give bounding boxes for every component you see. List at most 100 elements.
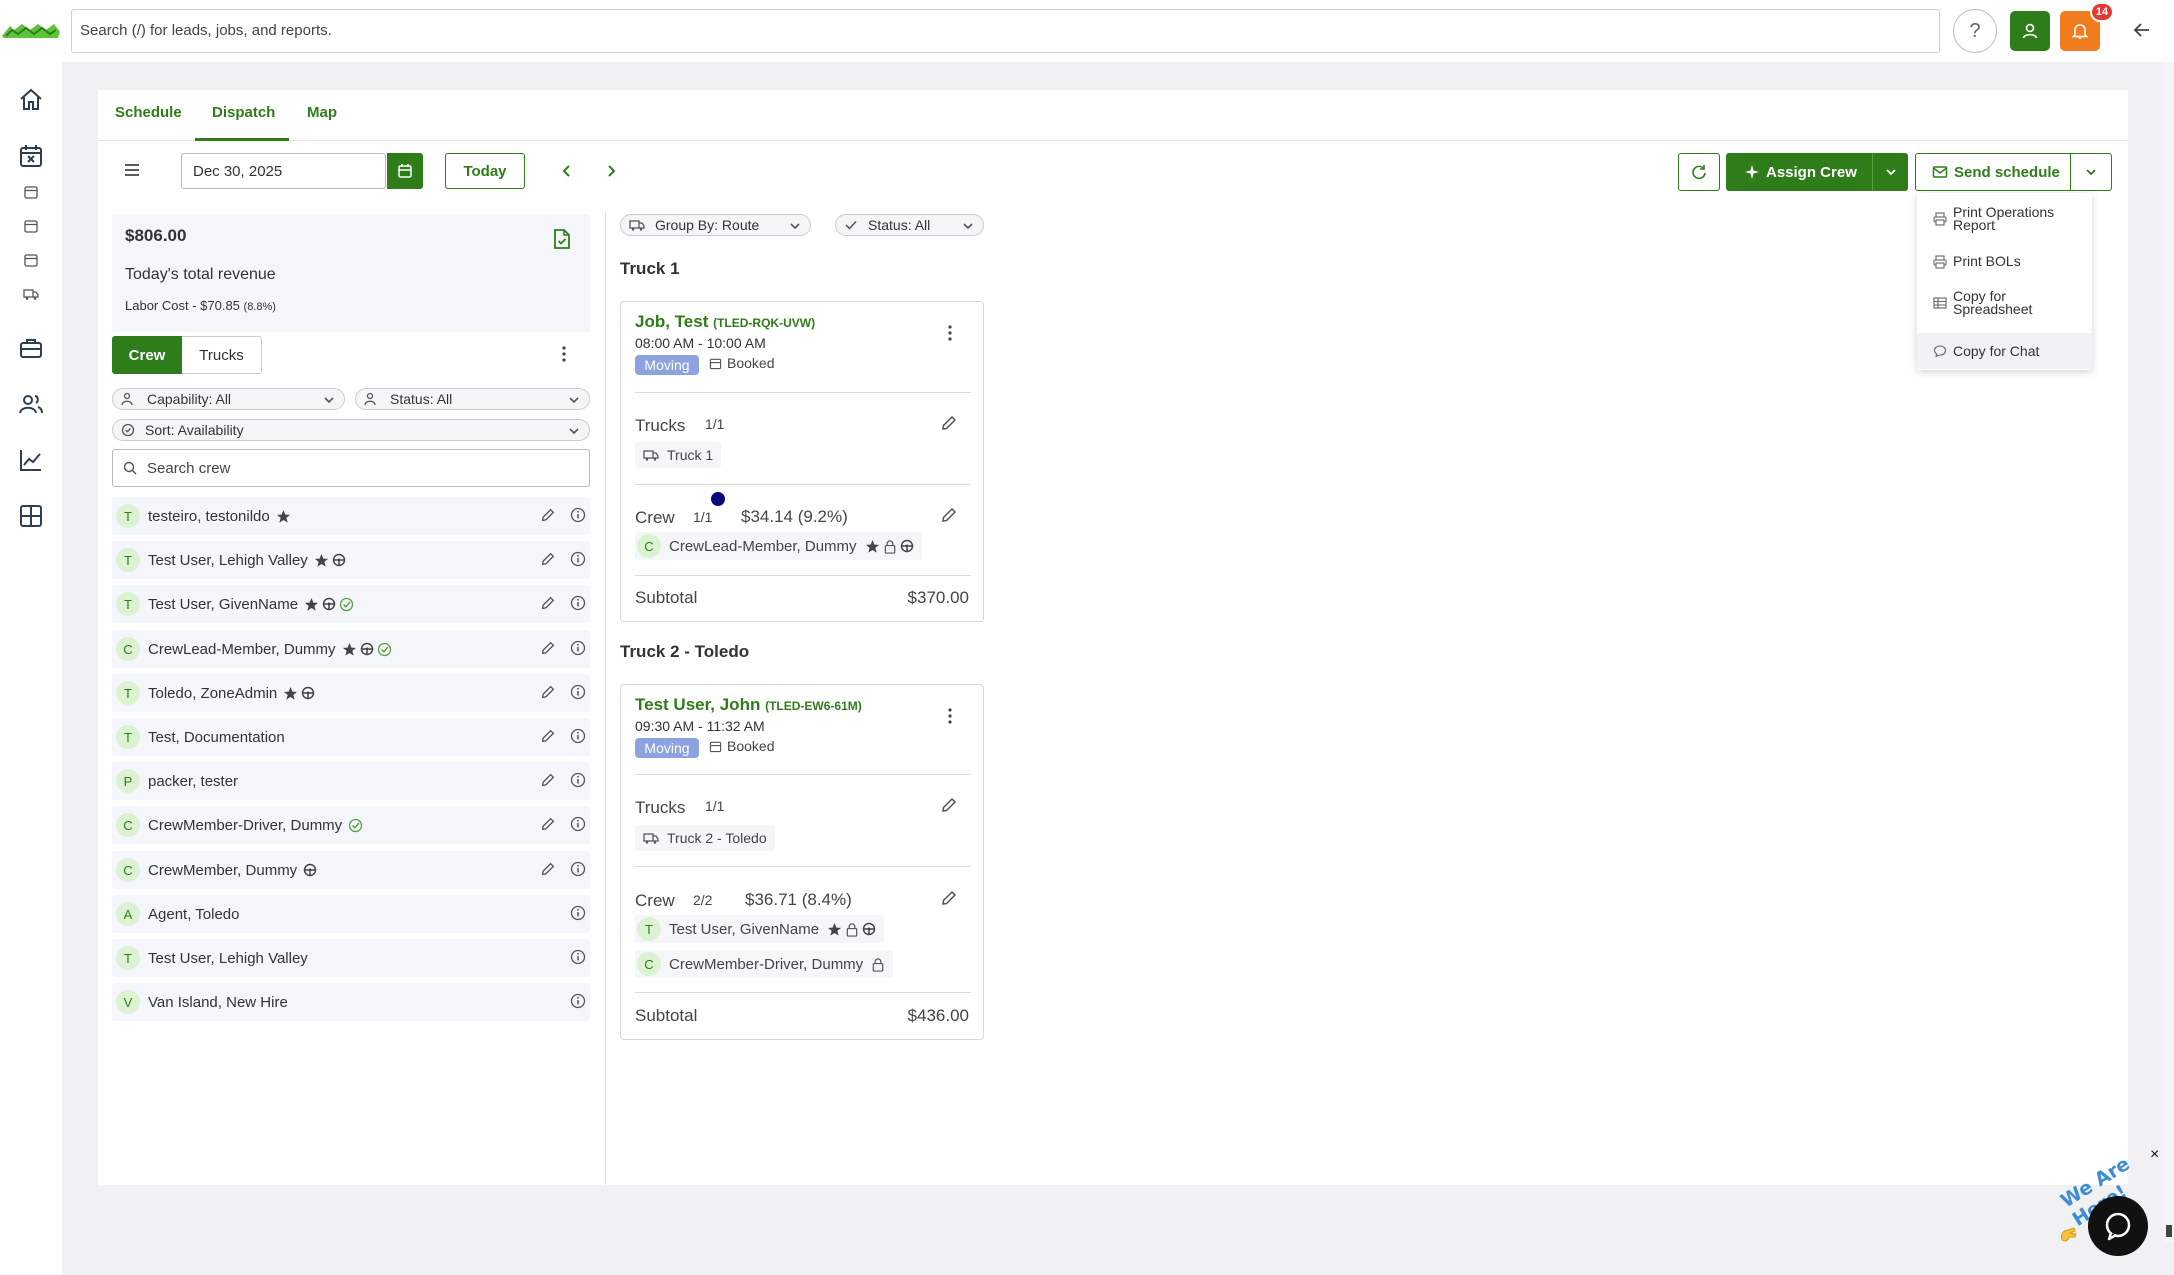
edit-crew-button[interactable] <box>940 506 958 524</box>
job-customer-name[interactable]: Test User, John <box>635 695 760 714</box>
pencil-icon[interactable] <box>540 507 556 523</box>
group-by-select[interactable]: Group By: Route <box>620 214 811 236</box>
crew-list-item[interactable]: Ppacker, tester <box>112 762 590 800</box>
nav-people[interactable] <box>17 390 45 418</box>
nav-sub-dispatch[interactable] <box>22 217 40 235</box>
crew-search-field[interactable]: Search crew <box>112 449 590 487</box>
crew-list-item[interactable]: T Test User, Lehigh Valley <box>112 939 590 977</box>
job-name[interactable]: Test User, John (TLED-EW6-61M) <box>635 695 862 715</box>
pencil-icon[interactable] <box>540 816 556 832</box>
menu-item-print-operations-report[interactable]: Print Operations Report <box>1917 205 2092 232</box>
menu-item-copy-chat[interactable]: Copy for Chat <box>1917 333 2092 369</box>
job-name[interactable]: Job, Test (TLED-RQK-UVW) <box>635 312 815 332</box>
info-icon[interactable] <box>570 861 586 877</box>
crew-list-item[interactable]: Ttesteiro, testonildo <box>112 497 590 535</box>
job-card[interactable]: Test User, John (TLED-EW6-61M) 09:30 AM … <box>620 684 984 1040</box>
info-icon[interactable] <box>570 684 586 700</box>
job-options-button[interactable] <box>947 707 953 725</box>
tab-dispatch[interactable]: Dispatch <box>212 104 275 121</box>
nav-home[interactable] <box>17 86 45 114</box>
collapse-arrow-button[interactable] <box>2131 19 2153 41</box>
crew-list-item[interactable]: C CrewMember, Dummy <box>112 851 590 889</box>
next-day-button[interactable] <box>602 162 620 180</box>
export-report-button[interactable] <box>552 228 572 250</box>
assigned-crew-member[interactable]: C CrewMember-Driver, Dummy <box>635 950 894 978</box>
pencil-icon[interactable] <box>540 728 556 744</box>
crew-list-item[interactable]: A Agent, Toledo <box>112 895 590 933</box>
info-icon[interactable] <box>570 816 586 832</box>
pencil-icon[interactable] <box>540 640 556 656</box>
send-schedule-dropdown-toggle[interactable] <box>2070 153 2112 191</box>
route-status-select[interactable]: Status: All <box>835 214 984 236</box>
pencil-icon[interactable] <box>540 551 556 567</box>
info-icon[interactable] <box>570 640 586 656</box>
tab-schedule[interactable]: Schedule <box>115 104 182 121</box>
nav-sub-schedule[interactable] <box>22 183 40 201</box>
today-button[interactable]: Today <box>445 153 525 189</box>
nav-apps[interactable] <box>17 502 45 530</box>
info-icon[interactable] <box>570 905 586 921</box>
info-icon[interactable] <box>570 949 586 965</box>
user-button[interactable] <box>2010 11 2050 51</box>
info-icon[interactable] <box>570 772 586 788</box>
info-icon[interactable] <box>570 507 586 523</box>
info-icon[interactable] <box>570 993 586 1009</box>
crew-options-button[interactable] <box>561 345 567 363</box>
toggle-trucks[interactable]: Trucks <box>182 336 262 374</box>
subtotal-label: Subtotal <box>635 1006 698 1025</box>
help-button[interactable]: ? <box>1953 9 1997 53</box>
nav-reports[interactable] <box>17 446 45 474</box>
crew-list-item[interactable]: C CrewMember-Driver, Dummy <box>112 806 590 844</box>
truck-chip[interactable]: Truck 2 - Toledo <box>635 825 775 851</box>
edit-trucks-button[interactable] <box>940 796 958 814</box>
crew-list-item[interactable]: T Test User, GivenName <box>112 585 590 623</box>
crew-list-item[interactable]: V Van Island, New Hire <box>112 983 590 1021</box>
crew-list-item[interactable]: T Toledo, ZoneAdmin <box>112 674 590 712</box>
pencil-icon[interactable] <box>540 684 556 700</box>
truck-chip[interactable]: Truck 1 <box>635 442 722 468</box>
pencil-icon[interactable] <box>540 772 556 788</box>
pencil-icon[interactable] <box>540 595 556 611</box>
assign-crew-dropdown-toggle[interactable] <box>1872 153 1908 191</box>
job-customer-name[interactable]: Job, Test <box>635 312 708 331</box>
nav-calendar[interactable] <box>17 142 45 170</box>
job-options-button[interactable] <box>947 324 953 342</box>
assigned-crew-member[interactable]: C CrewLead-Member, Dummy <box>635 532 922 560</box>
panel-divider <box>605 212 606 1185</box>
edit-trucks-button[interactable] <box>940 414 958 432</box>
nav-jobs[interactable] <box>17 334 45 362</box>
info-icon[interactable] <box>570 551 586 567</box>
date-picker-button[interactable] <box>387 153 423 189</box>
nav-sub-calendar[interactable] <box>22 251 40 269</box>
file-check-icon <box>554 229 570 249</box>
menu-toggle-button[interactable] <box>122 160 142 180</box>
app-logo[interactable] <box>0 14 62 48</box>
job-card[interactable]: Job, Test (TLED-RQK-UVW) 08:00 AM - 10:0… <box>620 301 984 622</box>
tab-map[interactable]: Map <box>307 104 337 121</box>
status-filter[interactable]: Status: All <box>355 388 590 410</box>
toggle-crew[interactable]: Crew <box>112 336 182 374</box>
chat-widget-button[interactable] <box>2088 1196 2148 1256</box>
menu-item-copy-spreadsheet[interactable]: Copy for Spreadsheet <box>1917 289 2092 316</box>
send-schedule-button[interactable]: Send schedule <box>1915 153 2071 191</box>
assigned-crew-member[interactable]: T Test User, GivenName <box>635 915 885 943</box>
assign-crew-button[interactable]: Assign Crew <box>1726 153 1908 191</box>
pencil-icon[interactable] <box>540 861 556 877</box>
crew-list-item[interactable]: C CrewLead-Member, Dummy <box>112 630 590 668</box>
page-scrollbar-thumb[interactable] <box>2166 1225 2172 1237</box>
menu-item-print-bols[interactable]: Print BOLs <box>1917 254 2092 269</box>
capability-filter[interactable]: Capability: All <box>112 388 345 410</box>
sort-select[interactable]: Sort: Availability <box>112 419 590 441</box>
page-scrollbar-track[interactable] <box>2164 62 2174 1242</box>
date-input[interactable]: Dec 30, 2025 <box>181 153 386 189</box>
prev-day-button[interactable] <box>558 162 576 180</box>
nav-sub-trucks[interactable] <box>22 285 40 303</box>
crew-list-item[interactable]: T Test, Documentation <box>112 718 590 756</box>
crew-list-item[interactable]: T Test User, Lehigh Valley <box>112 541 590 579</box>
global-search-input[interactable]: Search (/) for leads, jobs, and reports. <box>71 9 1940 53</box>
edit-crew-button[interactable] <box>940 889 958 907</box>
info-icon[interactable] <box>570 595 586 611</box>
info-icon[interactable] <box>570 728 586 744</box>
group-by-label: Group By: Route <box>655 217 760 233</box>
refresh-button[interactable] <box>1678 153 1720 191</box>
